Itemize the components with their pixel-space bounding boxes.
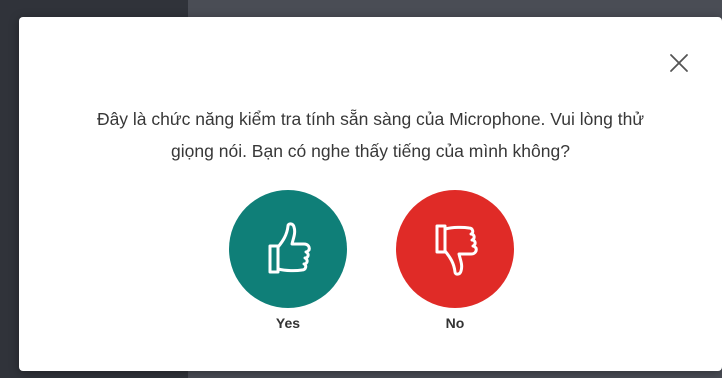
no-label[interactable]: No bbox=[396, 315, 514, 331]
yes-button[interactable]: Yes bbox=[229, 190, 347, 331]
yes-circle[interactable] bbox=[229, 190, 347, 308]
thumbs-down-icon bbox=[435, 224, 478, 276]
thumbs-up-icon bbox=[268, 222, 311, 274]
microphone-check-dialog: Đây là chức năng kiểm tra tính sẵn sàng … bbox=[19, 17, 722, 371]
dialog-message-line-1: Đây là chức năng kiểm tra tính sẵn sàng … bbox=[96, 109, 645, 129]
no-button[interactable]: No bbox=[396, 190, 514, 331]
yes-label[interactable]: Yes bbox=[229, 315, 347, 331]
close-icon bbox=[670, 54, 688, 72]
close-button[interactable] bbox=[667, 51, 691, 75]
dialog-message-line-2: giọng nói. Bạn có nghe thấy tiếng của mì… bbox=[171, 141, 570, 161]
dialog-message: Đây là chức năng kiểm tra tính sẵn sàng … bbox=[49, 103, 692, 167]
no-circle[interactable] bbox=[396, 190, 514, 308]
